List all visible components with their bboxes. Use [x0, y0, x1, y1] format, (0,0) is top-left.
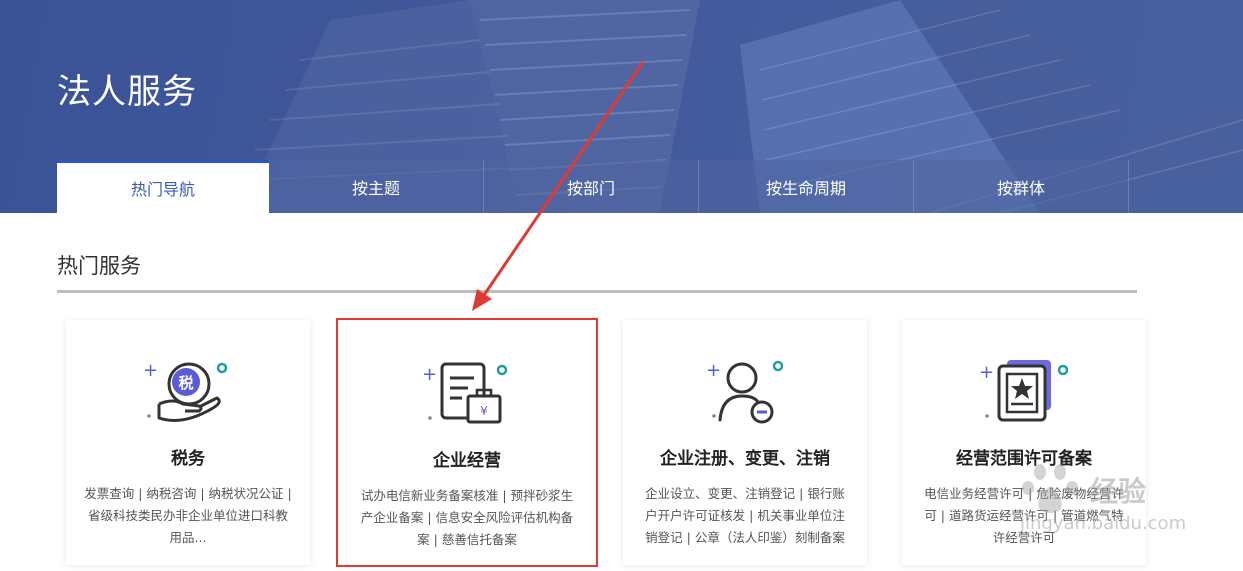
page-title: 法人服务 [57, 72, 197, 112]
tab-by-group[interactable]: 按群体 [914, 160, 1129, 213]
category-tabs: 热门导航 按主题 按部门 按生命周期 按群体 [57, 160, 1129, 213]
tab-by-department[interactable]: 按部门 [484, 160, 699, 213]
svg-text:+: + [422, 364, 437, 385]
card-title: 企业注册、变更、注销 [660, 449, 830, 469]
section-divider [57, 290, 1137, 293]
tax-hand-icon: + 税 [143, 360, 228, 422]
svg-text:+: + [979, 362, 994, 383]
document-briefcase-icon: + ¥ [422, 362, 508, 424]
user-minus-icon: + [706, 360, 784, 424]
service-card-enterprise-operation[interactable]: + ¥ 企业经营 试办电信新业务备案核准 | 预拌砂浆生产企业备案 | 信息安全… [336, 318, 598, 567]
svg-text:税: 税 [178, 374, 193, 392]
section-title: 热门服务 [57, 254, 141, 278]
card-description[interactable]: 发票查询 | 纳税咨询 | 纳税状况公证 | 省级科技类民办非企业单位进口科教用… [84, 483, 292, 549]
card-title: 经营范围许可备案 [956, 449, 1092, 469]
service-card-business-license[interactable]: + 经营范围许可备案 电信业务经营许可 | 危险废物经营许可 | 道路货运经营许… [902, 320, 1146, 565]
service-card-tax[interactable]: + 税 税务 发票查询 | 纳税咨询 | 纳税状况公证 | 省级科技类民办非企业… [66, 320, 310, 565]
tab-by-lifecycle[interactable]: 按生命周期 [699, 160, 914, 213]
svg-text:+: + [143, 360, 158, 381]
svg-text:¥: ¥ [480, 404, 488, 418]
card-description[interactable]: 企业设立、变更、注销登记 | 银行账户开户许可证核发 | 机关事业单位注销登记 … [641, 483, 849, 549]
tab-by-theme[interactable]: 按主题 [269, 160, 484, 213]
tab-hot-navigation[interactable]: 热门导航 [57, 160, 269, 213]
card-description[interactable]: 电信业务经营许可 | 危险废物经营许可 | 道路货运经营许可 | 管道燃气特许经… [920, 483, 1128, 549]
svg-text:+: + [706, 360, 721, 381]
card-description[interactable]: 试办电信新业务备案核准 | 预拌砂浆生产企业备案 | 信息安全风险评估机构备案 … [356, 485, 578, 551]
card-title: 税务 [171, 449, 205, 469]
certificate-star-icon: + [979, 360, 1069, 422]
card-title: 企业经营 [433, 451, 501, 471]
service-card-enterprise-registration[interactable]: + 企业注册、变更、注销 企业设立、变更、注销登记 | 银行账户开户许可证核发 … [623, 320, 867, 565]
